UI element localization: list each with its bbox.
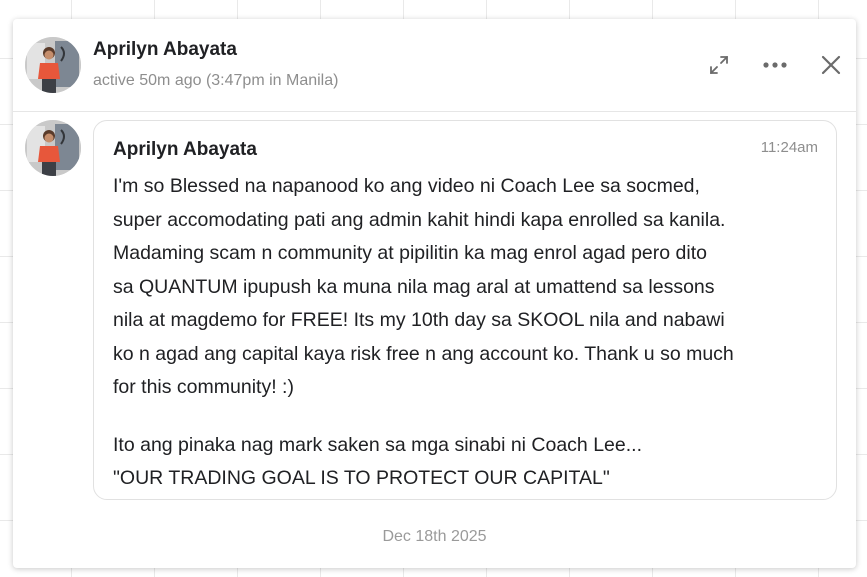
date-divider: Dec 18th 2025 (382, 528, 487, 545)
expand-icon[interactable] (703, 49, 735, 81)
message-line: for this community! :) (113, 376, 294, 398)
message-avatar[interactable] (25, 120, 81, 176)
message-sender: Aprilyn Abayata (113, 139, 257, 160)
message-line: Madaming scam n community at pipilitin k… (113, 242, 707, 264)
more-horizontal-icon[interactable] (759, 49, 791, 81)
contact-name: Aprilyn Abayata (93, 39, 237, 60)
message-line: nila at magdemo for FREE! Its my 10th da… (113, 309, 725, 331)
close-icon[interactable] (815, 49, 847, 81)
chat-window: Aprilyn Abayata active 50m ago (3:47pm i… (13, 19, 856, 568)
message-line: super accomodating pati ang admin kahit … (113, 208, 726, 231)
message-line: ko n agad ang capital kaya risk free n a… (113, 342, 734, 365)
message-bubble: Aprilyn Abayata 11:24am I'm so Blessed n… (93, 120, 837, 500)
message-time: 11:24am (760, 139, 818, 156)
contact-status: active 50m ago (3:47pm in Manila) (93, 72, 339, 89)
message-line: "OUR TRADING GOAL IS TO PROTECT OUR CAPI… (113, 467, 610, 489)
avatar[interactable] (25, 37, 81, 93)
message-line: I'm so Blessed na napanood ko ang video … (113, 175, 700, 197)
message-body: I'm so Blessed na napanood ko ang video … (113, 170, 825, 496)
chat-header: Aprilyn Abayata active 50m ago (3:47pm i… (13, 19, 856, 112)
message-line: sa QUANTUM ipupush ka muna nila mag aral… (113, 275, 715, 298)
message-line: Ito ang pinaka nag mark saken sa mga sin… (113, 433, 642, 456)
